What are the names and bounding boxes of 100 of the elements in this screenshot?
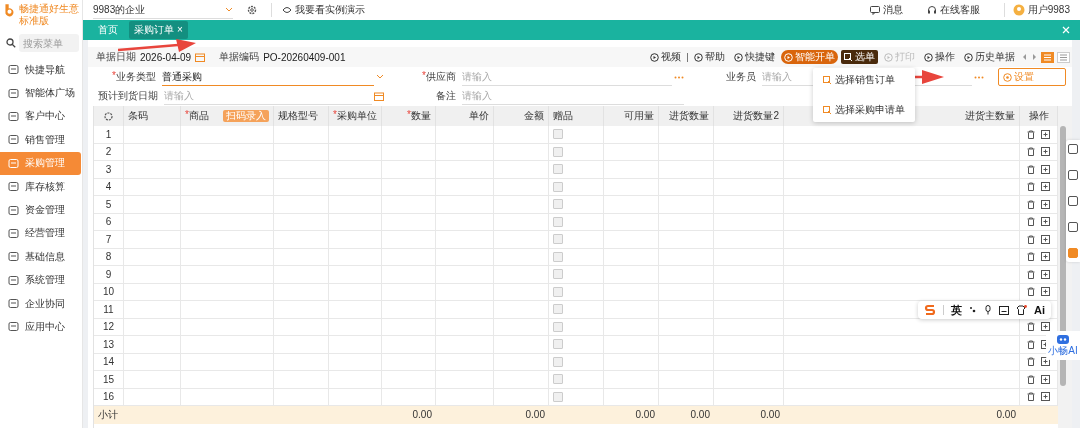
list-view-icon[interactable] (1041, 51, 1054, 63)
gift-checkbox[interactable] (553, 269, 563, 280)
side-tool-icon[interactable] (1068, 196, 1078, 206)
copy-icon[interactable] (1041, 129, 1050, 139)
toolbar-button[interactable]: 帮助 (691, 50, 728, 64)
copy-icon[interactable] (1041, 234, 1050, 244)
more-icon[interactable] (674, 75, 684, 79)
gift-checkbox[interactable] (553, 391, 563, 402)
company-select[interactable]: 9983的企业 (93, 1, 233, 19)
toolbar-button[interactable]: 操作 (921, 50, 958, 64)
gift-checkbox[interactable] (553, 146, 563, 157)
previous-icon[interactable] (1021, 53, 1028, 61)
toolbar-button[interactable]: 智能开单 (781, 50, 838, 64)
table-cell[interactable] (784, 126, 1020, 144)
input-field[interactable]: 请输入 (164, 87, 372, 105)
assistant-button[interactable]: 小畅AI (1046, 331, 1080, 360)
gift-checkbox[interactable] (553, 374, 563, 385)
delete-icon[interactable] (1027, 147, 1035, 157)
gift-checkbox[interactable] (553, 164, 563, 175)
delete-icon[interactable] (1027, 269, 1035, 279)
delete-icon[interactable] (1027, 199, 1035, 209)
settings-icon[interactable] (247, 5, 257, 15)
delete-icon[interactable] (1027, 234, 1035, 244)
sidebar-item[interactable]: 快捷导航 (0, 58, 82, 82)
messages-link[interactable]: 消息 (869, 3, 903, 17)
more-icon[interactable] (974, 75, 984, 79)
toolbar-button[interactable]: 选单 (841, 50, 878, 64)
copy-icon[interactable] (1041, 252, 1050, 262)
sidebar-item[interactable]: 客户中心 (0, 104, 82, 129)
sidebar-item[interactable]: 库存核算 (0, 174, 82, 199)
gift-checkbox[interactable] (553, 129, 563, 140)
sidebar-item[interactable]: 销售管理 (0, 128, 82, 152)
gift-checkbox[interactable] (553, 216, 563, 227)
sidebar-item[interactable]: 基础信息 (0, 245, 82, 269)
delete-icon[interactable] (1027, 129, 1035, 139)
delete-icon[interactable] (1027, 182, 1035, 192)
delete-icon[interactable] (1027, 339, 1035, 349)
toolbar-button[interactable]: 视频 (647, 50, 684, 64)
copy-icon[interactable] (1041, 357, 1050, 367)
gift-checkbox[interactable] (553, 234, 563, 245)
table-cell[interactable] (181, 126, 274, 144)
copy-icon[interactable] (1041, 322, 1050, 332)
copy-icon[interactable] (1041, 147, 1050, 157)
toolbar-button[interactable]: 快捷键 (731, 50, 778, 64)
delete-icon[interactable] (1027, 357, 1035, 367)
copy-icon[interactable] (1041, 199, 1050, 209)
calendar-icon[interactable] (195, 52, 206, 62)
caret-icon[interactable] (376, 74, 384, 80)
delete-icon[interactable] (1027, 287, 1035, 297)
copy-icon[interactable] (1041, 164, 1050, 174)
gift-checkbox[interactable] (553, 199, 563, 210)
menu-item[interactable]: 选择销售订单 (813, 71, 915, 89)
side-tool-icon[interactable] (1068, 144, 1078, 154)
gift-checkbox[interactable] (553, 304, 563, 315)
table-cell[interactable] (124, 126, 181, 144)
ime-logo-icon[interactable] (924, 304, 936, 316)
input-field[interactable]: 请输入 (462, 68, 672, 86)
sidebar-item[interactable]: 企业协同 (0, 291, 82, 316)
gift-checkbox[interactable] (553, 321, 563, 332)
sidebar-item[interactable]: 应用中心 (0, 315, 82, 339)
table-cell[interactable] (436, 126, 494, 144)
table-cell[interactable] (494, 126, 549, 144)
next-icon[interactable] (1031, 53, 1038, 61)
support-link[interactable]: 在线客服 (926, 3, 980, 17)
settings-icon[interactable] (104, 111, 113, 121)
toolbar-button[interactable]: 历史单据 (961, 50, 1018, 64)
copy-icon[interactable] (1041, 182, 1050, 192)
table-cell[interactable] (274, 126, 329, 144)
delete-icon[interactable] (1027, 392, 1035, 402)
shirt-icon[interactable] (1016, 305, 1027, 315)
sidebar-item[interactable]: 经营管理 (0, 221, 82, 246)
gift-checkbox[interactable] (553, 339, 563, 350)
sidebar-item[interactable]: 资金管理 (0, 198, 82, 222)
keyboard-icon[interactable] (999, 305, 1009, 315)
gift-checkbox[interactable] (553, 356, 563, 367)
input-field[interactable]: 请输入 (462, 87, 684, 105)
punctuation-icon[interactable] (969, 306, 977, 314)
side-tool-icon[interactable] (1068, 222, 1078, 232)
table-cell[interactable] (659, 126, 714, 144)
side-tool-icon[interactable] (1068, 170, 1078, 180)
gift-checkbox[interactable] (553, 251, 563, 262)
copy-icon[interactable] (1041, 287, 1050, 297)
microphone-icon[interactable] (984, 305, 992, 315)
sidebar-item[interactable]: 智能体广场 (0, 81, 82, 105)
copy-icon[interactable] (1041, 217, 1050, 227)
table-cell[interactable] (382, 126, 436, 144)
delete-icon[interactable] (1027, 164, 1035, 174)
demo-link[interactable]: 我要看实例演示 (271, 3, 365, 17)
gift-checkbox[interactable] (553, 286, 563, 297)
copy-icon[interactable] (1041, 374, 1050, 384)
delete-icon[interactable] (1027, 217, 1035, 227)
close-icon[interactable] (1062, 26, 1070, 34)
ai-button[interactable]: Ai (1034, 304, 1045, 316)
menu-item[interactable]: 选择采购申请单 (813, 101, 915, 119)
table-cell[interactable] (604, 126, 659, 144)
calendar-icon[interactable] (374, 91, 384, 101)
sidebar-item[interactable]: 系统管理 (0, 268, 82, 292)
tab[interactable]: 采购订单 × (129, 21, 188, 39)
grid-view-icon[interactable] (1057, 51, 1070, 63)
date-value[interactable]: 2026-04-09 (140, 51, 192, 63)
